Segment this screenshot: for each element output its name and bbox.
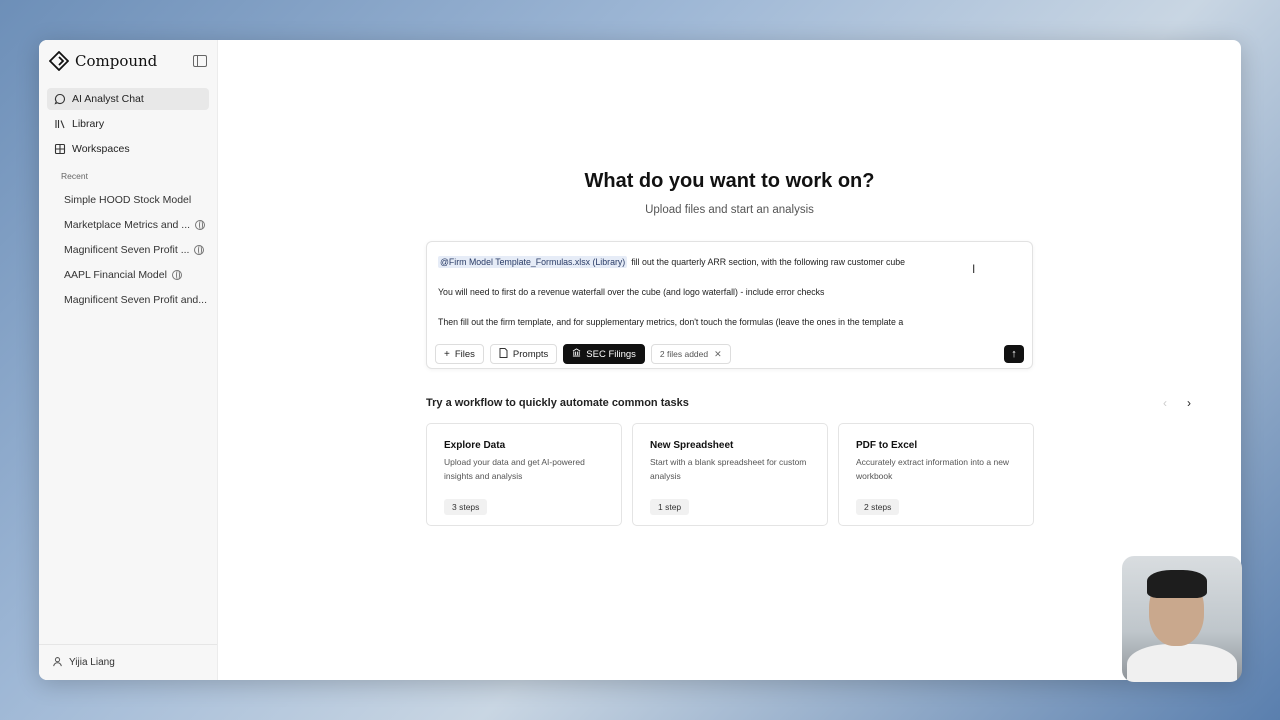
composer-toolbar: + Files Prompts SEC Filings 2 files adde… <box>435 344 1024 364</box>
card-title: New Spreadsheet <box>650 440 734 451</box>
webcam-person-hair <box>1147 570 1207 598</box>
recent-item-label: Simple HOOD Stock Model <box>64 193 192 206</box>
chevron-right-icon[interactable]: › <box>1187 396 1191 410</box>
workflow-card-pdf-to-excel[interactable]: PDF to Excel Accurately extract informat… <box>838 423 1034 526</box>
recent-heading: Recent <box>61 171 88 181</box>
prompts-label: Prompts <box>512 348 549 360</box>
file-mention[interactable]: @Firm Model Template_Formulas.xlsx (Libr… <box>438 256 628 268</box>
sec-filings-label: SEC Filings <box>586 348 636 360</box>
card-title: Explore Data <box>444 440 506 451</box>
bank-icon <box>572 348 581 360</box>
globe-icon <box>171 269 182 280</box>
nav-item-label: AI Analyst Chat <box>72 93 144 105</box>
recent-item[interactable]: Magnificent Seven Profit ... <box>39 237 217 262</box>
nav-item-library[interactable]: Library <box>47 113 209 135</box>
compound-logo-icon <box>49 51 69 71</box>
recent-item-label: AAPL Financial Model <box>64 268 167 281</box>
files-label: Files <box>454 348 475 360</box>
prompt-line: You will need to first do a revenue wate… <box>438 287 825 297</box>
send-button[interactable]: ↑ <box>1004 345 1024 363</box>
webcam-overlay <box>1122 556 1242 682</box>
prompt-line: Then fill out the firm template, and for… <box>438 317 904 327</box>
recent-item[interactable]: Marketplace Metrics and ... <box>39 212 217 237</box>
recent-item-label: Marketplace Metrics and ... <box>64 218 191 231</box>
prompt-line: @Firm Model Template_Formulas.xlsx (Libr… <box>438 255 1021 269</box>
workflow-carousel-controls: ‹ › <box>1163 396 1191 410</box>
app-window: Compound AI Analyst Chat Library Workspa… <box>39 40 1241 680</box>
card-description: Start with a blank spreadsheet for custo… <box>650 457 807 481</box>
nav-item-ai-analyst-chat[interactable]: AI Analyst Chat <box>47 88 209 110</box>
chat-bubble-icon <box>54 93 66 105</box>
app-name: Compound <box>75 52 158 70</box>
card-steps-badge: 3 steps <box>444 499 488 515</box>
files-added-label: 2 files added <box>659 349 709 359</box>
workflow-card-new-spreadsheet[interactable]: New Spreadsheet Start with a blank sprea… <box>632 423 828 526</box>
workflow-cards: Explore Data Upload your data and get AI… <box>426 423 1034 526</box>
card-description: Upload your data and get AI-powered insi… <box>444 457 585 481</box>
text-cursor-icon: I <box>972 262 976 276</box>
globe-icon <box>195 219 206 230</box>
arrow-up-icon: ↑ <box>1011 348 1017 360</box>
nav-item-label: Library <box>72 118 105 130</box>
recent-item-label: Magnificent Seven Profit and... <box>64 293 207 306</box>
nav-item-label: Workspaces <box>72 143 130 155</box>
close-icon[interactable]: ✕ <box>714 349 722 360</box>
webcam-person-shirt <box>1127 644 1237 682</box>
nav-item-workspaces[interactable]: Workspaces <box>47 138 209 160</box>
sidebar-toggle-icon[interactable] <box>193 55 207 67</box>
sidebar: Compound AI Analyst Chat Library Workspa… <box>39 40 218 680</box>
card-steps-badge: 1 step <box>650 499 690 515</box>
main-nav: AI Analyst Chat Library Workspaces <box>39 82 217 160</box>
user-name: Yijia Liang <box>69 657 115 668</box>
prompt-text[interactable]: @Firm Model Template_Formulas.xlsx (Libr… <box>427 242 1032 329</box>
recent-item[interactable]: Magnificent Seven Profit and... <box>39 287 217 312</box>
recent-item[interactable]: Simple HOOD Stock Model <box>39 187 217 212</box>
globe-icon <box>194 244 205 255</box>
page-title: What do you want to work on? <box>584 170 875 192</box>
workflow-card-explore-data[interactable]: Explore Data Upload your data and get AI… <box>426 423 622 526</box>
recent-item[interactable]: AAPL Financial Model <box>39 262 217 287</box>
user-profile[interactable]: Yijia Liang <box>39 644 217 680</box>
brand: Compound <box>39 40 217 82</box>
library-icon <box>54 118 66 130</box>
files-button[interactable]: + Files <box>435 344 484 364</box>
card-description: Accurately extract information into a ne… <box>856 457 1010 481</box>
sec-filings-button[interactable]: SEC Filings <box>563 344 645 364</box>
grid-icon <box>54 143 66 155</box>
card-title: PDF to Excel <box>856 440 918 451</box>
document-icon <box>499 347 508 361</box>
prompt-line-text: fill out the quarterly ARR section, with… <box>631 257 906 267</box>
plus-icon: + <box>444 348 450 360</box>
main-content: What do you want to work on? Upload file… <box>218 40 1241 680</box>
prompts-button[interactable]: Prompts <box>489 344 558 364</box>
recent-list: Simple HOOD Stock Model Marketplace Metr… <box>39 187 217 312</box>
card-steps-badge: 2 steps <box>856 499 900 515</box>
prompt-composer[interactable]: @Firm Model Template_Formulas.xlsx (Libr… <box>426 241 1033 369</box>
chevron-left-icon[interactable]: ‹ <box>1163 396 1167 410</box>
workflows-heading: Try a workflow to quickly automate commo… <box>426 397 689 409</box>
page-subtitle: Upload files and start an analysis <box>645 204 814 216</box>
user-icon <box>52 656 63 670</box>
files-added-chip[interactable]: 2 files added ✕ <box>650 344 731 364</box>
recent-item-label: Magnificent Seven Profit ... <box>64 243 190 256</box>
